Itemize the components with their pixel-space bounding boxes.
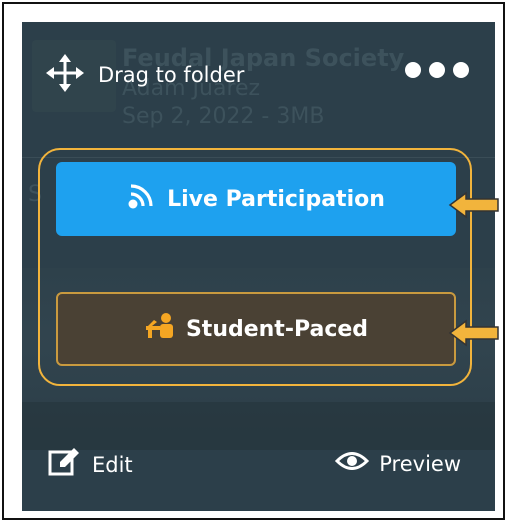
- live-participation-button[interactable]: Live Participation: [56, 162, 456, 236]
- drag-to-folder-label: Drag to folder: [98, 63, 245, 87]
- live-participation-label: Live Participation: [167, 186, 385, 212]
- student-desk-icon: [144, 312, 176, 346]
- lesson-preview-footer: [22, 402, 495, 450]
- menu-dot: [405, 62, 421, 78]
- broadcast-icon: [127, 182, 155, 216]
- lesson-meta: Sep 2, 2022 - 3MB: [122, 104, 325, 129]
- drag-to-folder-handle[interactable]: Drag to folder: [46, 54, 244, 96]
- student-paced-button[interactable]: Student-Paced: [56, 292, 456, 366]
- edit-button[interactable]: Edit: [48, 447, 133, 482]
- edit-icon: [48, 447, 80, 482]
- callout-arrow-icon: [448, 319, 499, 347]
- edit-label: Edit: [92, 452, 133, 477]
- screenshot-frame: Feudal Japan Society Adam Juarez Sep 2, …: [2, 2, 505, 520]
- move-arrows-icon: [46, 54, 84, 96]
- preview-button[interactable]: Preview: [335, 450, 461, 477]
- more-options-icon[interactable]: [405, 62, 469, 78]
- preview-label: Preview: [379, 451, 461, 476]
- eye-icon: [335, 450, 370, 477]
- menu-dot: [453, 62, 469, 78]
- callout-arrow-icon: [448, 191, 499, 219]
- student-paced-label: Student-Paced: [185, 316, 369, 342]
- lesson-card: Feudal Japan Society Adam Juarez Sep 2, …: [22, 22, 495, 511]
- menu-dot: [429, 62, 445, 78]
